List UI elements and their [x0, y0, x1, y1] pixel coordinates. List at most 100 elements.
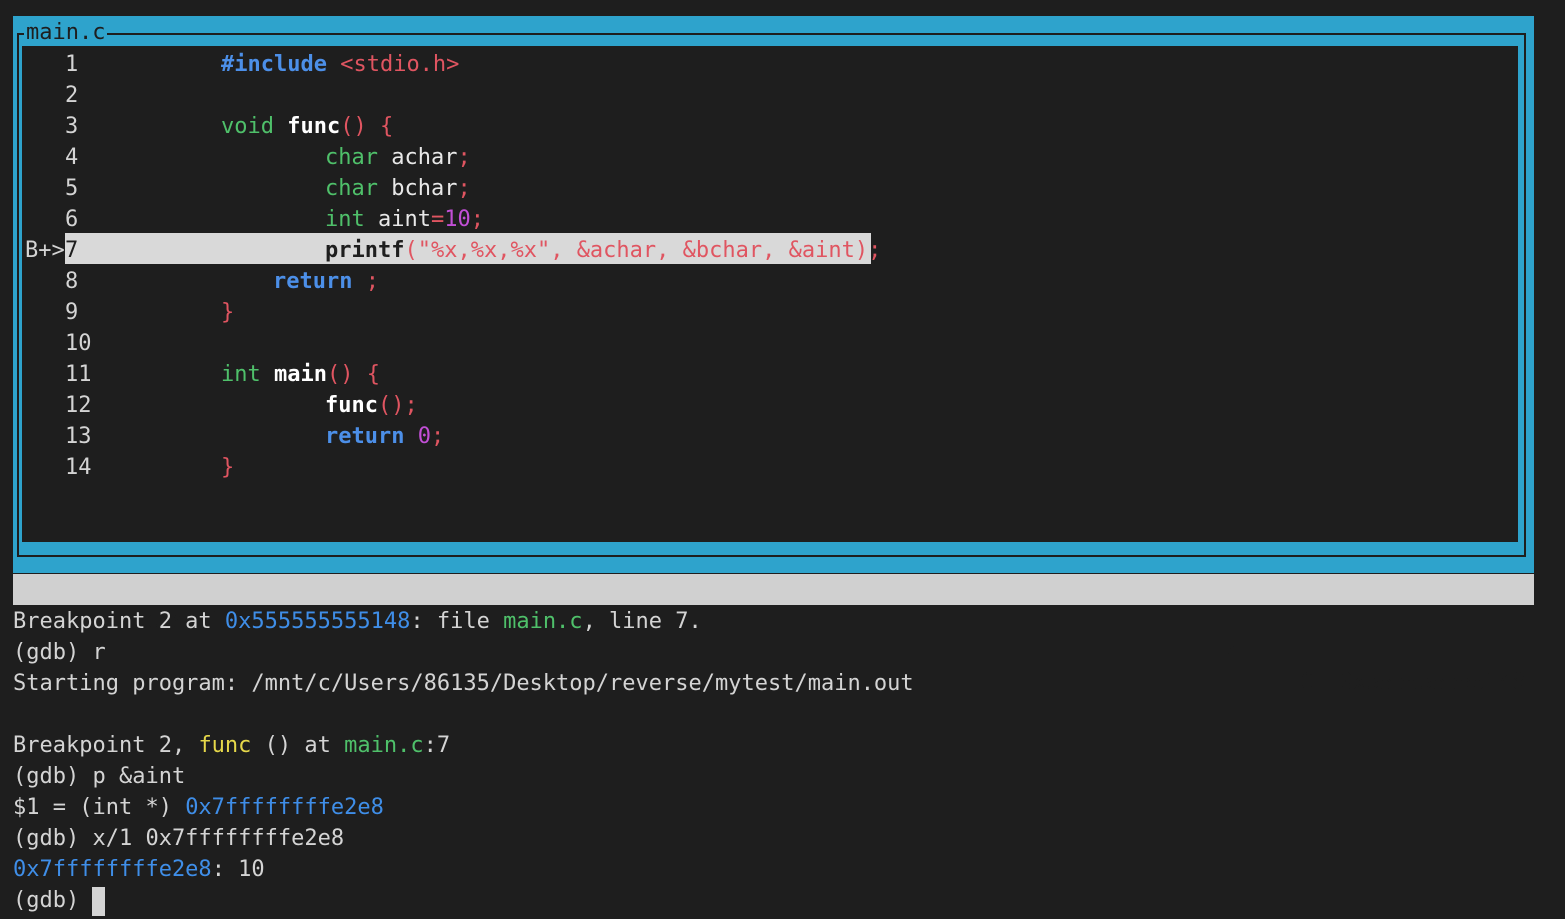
code-token: ,	[762, 238, 789, 263]
source-line-12: 12 func();	[0, 390, 1500, 421]
line-code: char bchar;	[325, 173, 471, 204]
console-token: (gdb) x/1 0x7ffffffffe2e8	[13, 826, 345, 851]
console-token: Breakpoint 2 at	[13, 609, 225, 634]
code-token: =	[430, 207, 445, 232]
code-token: printf	[325, 238, 405, 263]
line-number: 3	[65, 114, 79, 139]
console-line: (gdb)	[13, 885, 106, 916]
line-number: 1	[65, 52, 79, 77]
code-token: 10	[444, 207, 471, 232]
console-line: Starting program: /mnt/c/Users/86135/Des…	[13, 668, 914, 699]
line-code: }	[221, 452, 234, 483]
console-token: main.c	[344, 733, 424, 758]
console-token: (gdb) r	[13, 640, 106, 665]
code-token: bchar	[377, 176, 458, 201]
code-token: () {	[326, 362, 380, 387]
line-code: void func() {	[221, 111, 393, 142]
line-code: func();	[325, 390, 418, 421]
code-token: &achar	[576, 238, 657, 263]
console-token: (gdb) p &aint	[13, 764, 186, 789]
code-token: aint	[364, 207, 431, 232]
source-line-13: 13 return 0;	[0, 421, 1500, 452]
status-bar: native process 149 In: func L7 PC: 0x555…	[13, 574, 1534, 695]
source-line-7: B+> 7 printf("%x,%x,%x", &achar, &bchar, &…	[0, 235, 1500, 266]
console-token: Starting program: /mnt/c/Users/86135/Des…	[13, 671, 914, 696]
line-code: char achar;	[325, 142, 471, 173]
code-token: func	[287, 114, 341, 139]
console-token: 0x555555555148	[224, 609, 411, 634]
line-code: return ;	[273, 266, 379, 297]
code-token: return	[325, 424, 405, 449]
code-token: ;	[457, 176, 471, 201]
console-token: 0x7ffffffffe2e8	[13, 857, 212, 882]
code-token: }	[221, 455, 235, 480]
code-token: ,	[656, 238, 683, 263]
code-token: ;	[430, 424, 445, 449]
console-token: Breakpoint 2,	[13, 733, 199, 758]
code-token: "%x,%x,%x"	[417, 238, 551, 263]
source-line-8: 8 return ;	[0, 266, 1500, 297]
code-token: );	[854, 238, 882, 263]
source-line-3: 3 void func() {	[0, 111, 1500, 142]
console-token: func	[198, 733, 252, 758]
console-token: (gdb)	[13, 888, 93, 913]
console-line: (gdb) p &aint	[13, 761, 185, 792]
console-line: (gdb) x/1 0x7ffffffffe2e8	[13, 823, 344, 854]
console-line: Breakpoint 2 at 0x555555555148: file mai…	[13, 606, 702, 637]
line-number: 2	[65, 83, 79, 108]
code-token: func	[325, 393, 378, 418]
source-file-title: main.c	[24, 20, 108, 46]
source-line-2: 2	[0, 80, 1500, 111]
console-token: : file	[410, 609, 504, 634]
console-token: : 10	[211, 857, 265, 882]
code-token: &aint	[788, 238, 855, 263]
line-number: 7	[65, 238, 79, 263]
line-code: printf("%x,%x,%x", &achar, &bchar, &aint…	[325, 235, 881, 266]
code-token: ;	[457, 145, 471, 170]
line-number: 9	[65, 300, 79, 325]
code-token: }	[221, 300, 235, 325]
source-line-9: 9}	[0, 297, 1500, 328]
line-number: 4	[65, 145, 79, 170]
line-number: 5	[65, 176, 79, 201]
source-line-1: 1 #include <stdio.h>	[0, 49, 1500, 80]
line-number: 6	[65, 207, 79, 232]
line-number: 13	[65, 424, 92, 449]
line-number: 10	[65, 331, 92, 356]
source-line-11: 11 int main() {	[0, 359, 1500, 390]
line-number: 11	[65, 362, 92, 387]
source-line-14: 14}	[0, 452, 1500, 483]
code-token: ;	[352, 269, 379, 294]
line-number: 8	[65, 269, 79, 294]
code-token: #include	[221, 52, 327, 77]
console-line: 0x7ffffffffe2e8: 10	[13, 854, 265, 885]
code-token: () {	[340, 114, 394, 139]
line-code: int main() {	[221, 359, 380, 390]
text-cursor[interactable]	[92, 886, 106, 916]
status-program-counter: PC: 0x555555555148	[1287, 670, 1526, 695]
console-token: 0x7ffffffffe2e8	[185, 795, 384, 820]
code-token: char	[325, 145, 378, 170]
source-line-6: 6 int aint=10;	[0, 204, 1500, 235]
console-token: main.c	[503, 609, 583, 634]
code-token: 0	[417, 424, 431, 449]
console-token: $1 = (int *)	[13, 795, 186, 820]
code-token: (	[404, 238, 418, 263]
breakpoint-marker: B+>	[25, 238, 65, 263]
line-number: 12	[65, 393, 92, 418]
console-line: $1 = (int *) 0x7ffffffffe2e8	[13, 792, 384, 823]
line-code: }	[221, 297, 234, 328]
code-token: int	[325, 207, 365, 232]
source-line-10: 10	[0, 328, 1500, 359]
console-line: Breakpoint 2, func () at main.c:7	[13, 730, 450, 761]
code-token: void	[221, 114, 274, 139]
code-token: main	[274, 362, 327, 387]
code-token: <stdio.h>	[326, 52, 460, 77]
code-token: ;	[470, 207, 484, 232]
code-token: return	[273, 269, 353, 294]
line-code: int aint=10;	[325, 204, 484, 235]
code-token: ();	[377, 393, 418, 418]
